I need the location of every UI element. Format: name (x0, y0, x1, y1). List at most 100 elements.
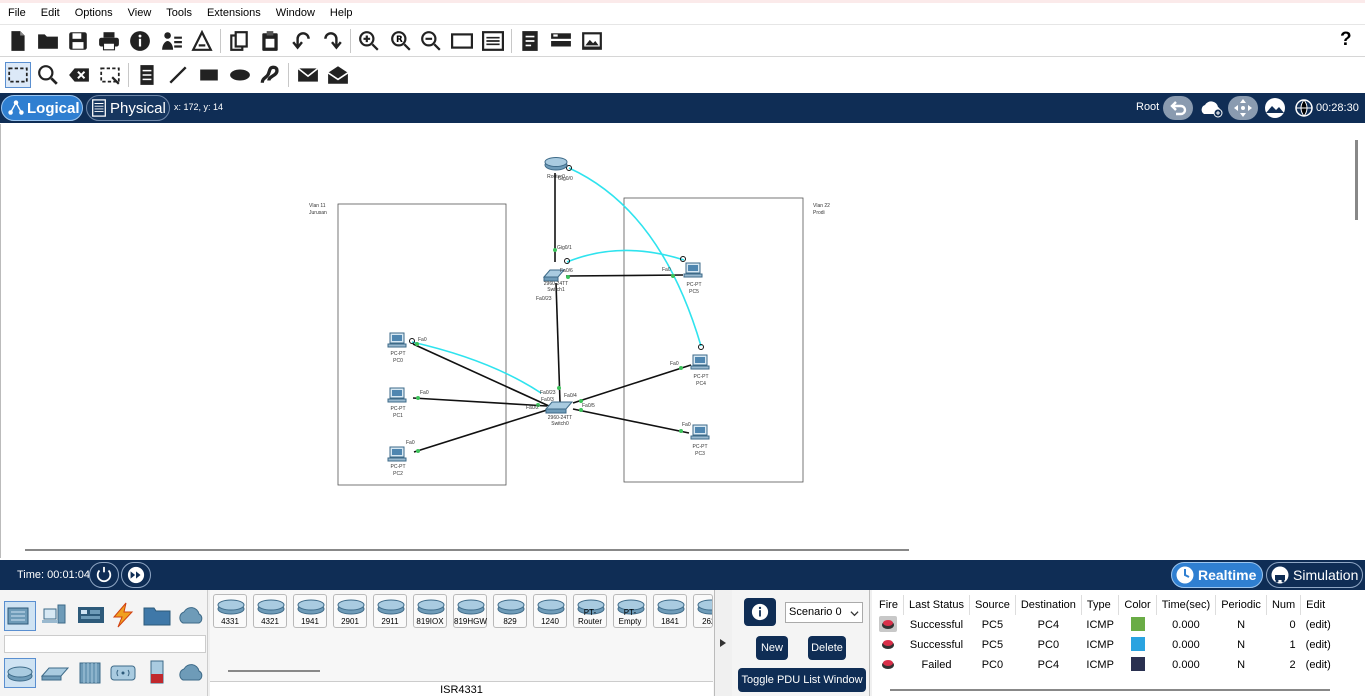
security-subcategory[interactable] (142, 658, 174, 688)
edit-link[interactable]: (edit) (1301, 655, 1336, 675)
table-row[interactable]: Successful PC5 PC4 ICMP 0.000 N 0 (edit) (874, 615, 1336, 635)
connections-category[interactable] (108, 601, 140, 631)
pc2-node[interactable]: Fa0 PC-PT PC2 (387, 440, 415, 477)
vertical-scrollbar[interactable] (1355, 140, 1358, 220)
pc5-node[interactable]: Fa0 PC-PT PC5 (662, 262, 703, 295)
draw-rectangle-icon[interactable] (196, 62, 222, 88)
device-829[interactable]: 829 (493, 594, 527, 628)
device-2911[interactable]: 2911 (373, 594, 407, 628)
device-2620[interactable]: 2620 (693, 594, 713, 628)
paste-icon[interactable] (257, 28, 283, 54)
device-2901[interactable]: 2901 (333, 594, 367, 628)
device-pt-empty[interactable]: PT-Empty (613, 594, 647, 628)
menu-tools[interactable]: Tools (166, 7, 192, 19)
delete-scenario-button[interactable]: Delete (808, 636, 846, 660)
draw-line-icon[interactable] (165, 62, 191, 88)
router-node[interactable]: Router0 Gig0/0 (544, 157, 573, 183)
new-file-icon[interactable] (5, 28, 31, 54)
move-object-icon[interactable] (1228, 96, 1258, 120)
edit-link[interactable]: (edit) (1301, 635, 1336, 655)
pc3-node[interactable]: Fa0 PC-PT PC3 (682, 422, 710, 457)
zoom-in-icon[interactable] (356, 28, 382, 54)
redo-icon[interactable] (319, 28, 345, 54)
simple-pdu-icon[interactable] (295, 62, 321, 88)
resize-shape-icon[interactable] (97, 62, 123, 88)
help-icon[interactable]: ? (1340, 29, 1352, 51)
zoom-reset-icon[interactable]: R (388, 28, 414, 54)
undo-icon[interactable] (289, 28, 315, 54)
device-819hgw[interactable]: 819HGW (453, 594, 487, 628)
drawing-palette-icon[interactable] (449, 28, 475, 54)
device-1240[interactable]: 1240 (533, 594, 567, 628)
miscellaneous-category[interactable] (142, 601, 174, 631)
menu-options[interactable]: Options (75, 7, 113, 19)
save-icon[interactable] (65, 28, 91, 54)
info-icon[interactable] (127, 28, 153, 54)
vlan22-area[interactable] (623, 197, 804, 483)
device-pt-router[interactable]: PT-Router (573, 594, 607, 628)
menu-window[interactable]: Window (276, 7, 315, 19)
image-icon[interactable] (579, 28, 605, 54)
device-1941[interactable]: 1941 (293, 594, 327, 628)
table-row[interactable]: Successful PC5 PC0 ICMP 0.000 N 1 (edit) (874, 635, 1336, 655)
power-cycle-icon[interactable] (89, 562, 119, 588)
inspect-icon[interactable] (35, 62, 61, 88)
routers-subcategory[interactable] (4, 658, 36, 688)
horizontal-scrollbar[interactable] (25, 549, 909, 551)
new-scenario-button[interactable]: New (756, 636, 788, 660)
network-wizard-icon[interactable] (159, 28, 185, 54)
menu-view[interactable]: View (128, 7, 152, 19)
pc1-node[interactable]: Fa0 PC-PT PC1 (387, 387, 429, 419)
table-row[interactable]: Failed PC0 PC4 ICMP 0.000 N 2 (edit) (874, 655, 1336, 675)
fire-button[interactable] (874, 615, 903, 635)
new-cluster-icon[interactable] (1196, 96, 1226, 120)
device-1841[interactable]: 1841 (653, 594, 687, 628)
scenario-info-icon[interactable] (744, 598, 776, 626)
device-dialog-icon[interactable] (548, 28, 574, 54)
hubs-subcategory[interactable] (76, 658, 108, 688)
menu-help[interactable]: Help (330, 7, 353, 19)
copy-icon[interactable] (226, 28, 252, 54)
fast-forward-icon[interactable] (121, 562, 151, 588)
device-4321[interactable]: 4321 (253, 594, 287, 628)
physical-tab[interactable]: Physical (86, 95, 170, 121)
custom-devices-dialog-icon[interactable] (480, 28, 506, 54)
menu-file[interactable]: File (8, 7, 26, 19)
wireless-subcategory[interactable] (108, 658, 140, 688)
multiuser-category[interactable] (176, 601, 208, 631)
device-819iox[interactable]: 819IOX (413, 594, 447, 628)
print-icon[interactable] (96, 28, 122, 54)
logical-workspace[interactable]: Vlan 11 Jurusan Vlan 22 Prodi Router0 Gi… (0, 124, 1365, 558)
end-devices-category[interactable] (40, 601, 72, 631)
device-4331[interactable]: 4331 (213, 594, 247, 628)
freeform-icon[interactable] (257, 62, 283, 88)
complex-pdu-icon[interactable] (325, 62, 351, 88)
edit-link[interactable]: (edit) (1301, 615, 1336, 635)
notes-icon[interactable] (517, 28, 543, 54)
menu-edit[interactable]: Edit (41, 7, 60, 19)
place-note-icon[interactable] (134, 62, 160, 88)
simulation-tab[interactable]: Simulation (1266, 562, 1363, 588)
fire-button[interactable] (874, 635, 903, 655)
realtime-tab[interactable]: Realtime (1171, 562, 1263, 588)
pc4-node[interactable]: Fa0 PC-PT PC4 (670, 354, 710, 387)
zoom-out-icon[interactable] (418, 28, 444, 54)
components-category[interactable] (76, 601, 108, 631)
switches-subcategory[interactable] (40, 658, 72, 688)
wan-emulation-subcategory[interactable] (176, 658, 208, 688)
draw-ellipse-icon[interactable] (227, 62, 253, 88)
scenario-select[interactable]: Scenario 0 (785, 602, 863, 623)
panel-collapse-icon[interactable] (718, 638, 728, 648)
fire-button[interactable] (874, 655, 903, 675)
pdu-list-scrollbar[interactable] (890, 689, 1330, 691)
background-image-icon[interactable] (1260, 96, 1290, 120)
select-icon[interactable] (5, 62, 31, 88)
logical-tab[interactable]: Logical (1, 95, 83, 121)
menu-extensions[interactable]: Extensions (207, 7, 261, 19)
toggle-pdu-list-button[interactable]: Toggle PDU List Window (738, 668, 866, 692)
open-folder-icon[interactable] (35, 28, 61, 54)
back-icon[interactable] (1163, 96, 1193, 120)
network-devices-category[interactable] (4, 601, 36, 631)
custom-device-icon[interactable] (189, 28, 215, 54)
delete-icon[interactable] (66, 62, 92, 88)
